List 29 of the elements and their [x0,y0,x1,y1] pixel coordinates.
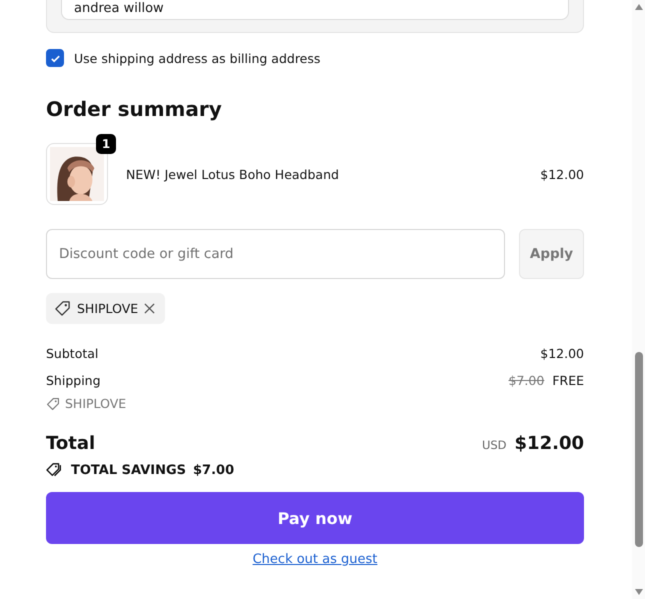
product-name: NEW! Jewel Lotus Boho Headband [126,166,340,182]
tags-icon [46,462,64,478]
subtotal-value: $12.00 [540,346,584,361]
total-label: Total [46,433,96,454]
product-price: $12.00 [540,166,584,182]
checkbox[interactable] [46,49,64,67]
scroll-up-icon[interactable] [634,4,642,10]
scroll-down-icon[interactable] [634,589,642,595]
original-price: $7.00 [508,373,544,388]
name-field[interactable]: andrea willow [61,0,569,20]
currency-label: USD [482,438,507,452]
shipping-value: FREE [552,373,584,388]
total-value: $12.00 [514,433,584,454]
close-icon[interactable] [144,303,156,314]
tag-icon [54,300,71,317]
discount-field[interactable]: Discount code or gift card [46,229,505,279]
savings-label: TOTAL SAVINGS [71,462,186,478]
section-title: Order summary [46,97,223,121]
pay-now-button[interactable]: Pay now [46,492,584,544]
shipping-label: Shipping [46,373,101,388]
subtotal-label: Subtotal [46,346,98,361]
scroll-thumb[interactable] [634,352,642,547]
shipping-discount-code: SHIPLOVE [65,396,126,411]
discount-code: SHIPLOVE [77,301,138,316]
tag-icon [46,396,60,410]
guest-checkout-link[interactable]: Check out as guest [252,552,378,567]
savings-value: $7.00 [193,462,234,478]
checkbox-label: Use shipping address as billing address [74,50,320,66]
quantity-badge: 1 [96,134,116,154]
